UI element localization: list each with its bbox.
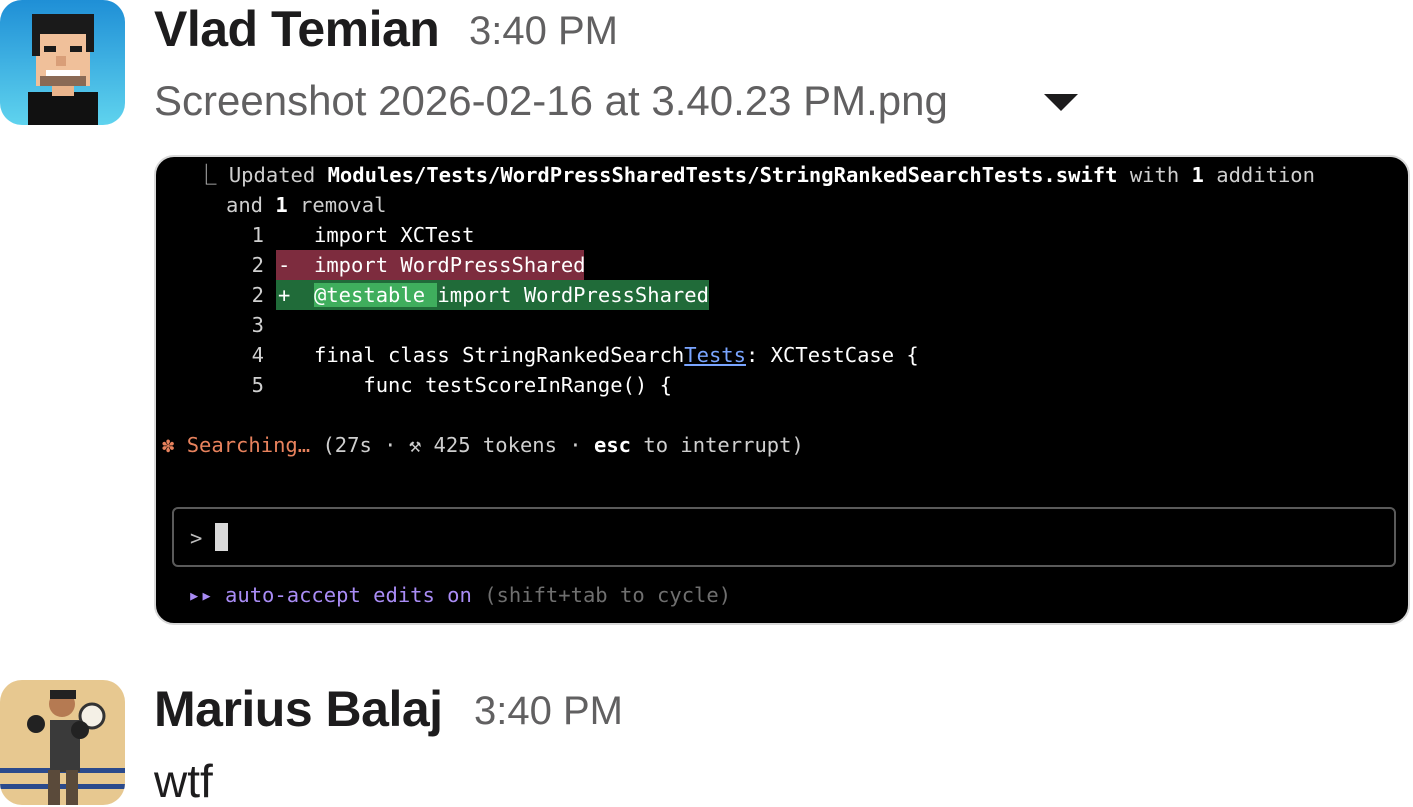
diff-plus-sign: + — [278, 283, 291, 307]
status-open: (27s · — [310, 433, 409, 457]
diff-code-line: import XCTest — [314, 223, 475, 247]
and-word: and — [226, 193, 276, 217]
status-word: Searching… — [186, 433, 311, 457]
line-number: 5 — [251, 373, 264, 397]
update-summary-line: ⎿ Updated Modules/Tests/WordPressSharedT… — [196, 160, 1315, 190]
asterisk-icon: ✽ — [162, 433, 175, 457]
message-text: wtf — [154, 755, 213, 807]
code-post: : XCTestCase { — [745, 343, 919, 367]
additions-word: addition — [1203, 163, 1315, 187]
mode-label: auto-accept edits on — [212, 583, 472, 607]
code-pre: final class StringRankedSearch — [314, 343, 685, 367]
line-number: 2 — [251, 283, 264, 307]
code-link: Tests — [684, 343, 746, 367]
updated-file-path: Modules/Tests/WordPressSharedTests/Strin… — [327, 163, 1118, 187]
caret-down-icon[interactable] — [1044, 94, 1078, 111]
diff-code-line-deleted: import WordPressShared — [314, 253, 586, 277]
terminal-prompt-box: > — [172, 507, 1396, 567]
status-line: ✽ Searching… (27s · ⚒ 425 tokens · esc t… — [162, 430, 804, 460]
avatar-vlad-temian[interactable] — [0, 0, 125, 125]
status-tokens: 425 tokens · — [421, 433, 594, 457]
mode-line: ▸▸ auto-accept edits on (shift+tab to cy… — [188, 580, 731, 610]
prompt-symbol: > — [190, 526, 203, 550]
line-number: 1 — [251, 223, 264, 247]
double-arrow-icon: ▸▸ — [188, 583, 213, 607]
additions-count: 1 — [1191, 163, 1204, 187]
added-rest: import WordPressShared — [437, 283, 709, 307]
diff-code-line: final class StringRankedSearchTests: XCT… — [314, 340, 919, 370]
diff-code-line: func testScoreInRange() { — [314, 373, 672, 397]
added-highlight: @testable — [314, 283, 438, 307]
boxer-avatar-image — [0, 680, 125, 805]
line-number: 2 — [251, 253, 264, 277]
update-with: with — [1117, 163, 1192, 187]
status-key: esc — [594, 433, 632, 457]
pixel-avatar-image — [0, 0, 125, 125]
mode-hint: (shift+tab to cycle) — [471, 583, 732, 607]
screenshot-attachment[interactable]: ⎿ Updated Modules/Tests/WordPressSharedT… — [154, 155, 1410, 625]
message-timestamp[interactable]: 3:40 PM — [469, 11, 618, 51]
attachment-filename[interactable]: Screenshot 2026-02-16 at 3.40.23 PM.png — [154, 80, 948, 122]
status-tail: to interrupt) — [631, 433, 804, 457]
text-cursor — [215, 523, 228, 551]
removals-word: removal — [287, 193, 387, 217]
line-number: 4 — [251, 343, 264, 367]
author-name[interactable]: Vlad Temian — [154, 4, 440, 54]
line-number: 3 — [251, 313, 264, 337]
update-prefix: ⎿ Updated — [196, 163, 328, 187]
message-timestamp[interactable]: 3:40 PM — [474, 691, 623, 731]
diff-minus-sign: - — [278, 253, 291, 277]
avatar-marius-balaj[interactable] — [0, 680, 125, 805]
hammer-pick-icon: ⚒ — [408, 433, 422, 457]
author-name[interactable]: Marius Balaj — [154, 684, 443, 734]
update-summary-line-2: and 1 removal — [226, 190, 386, 220]
diff-code-line-added: @testable import WordPressShared — [314, 280, 709, 310]
removals-count: 1 — [275, 193, 288, 217]
